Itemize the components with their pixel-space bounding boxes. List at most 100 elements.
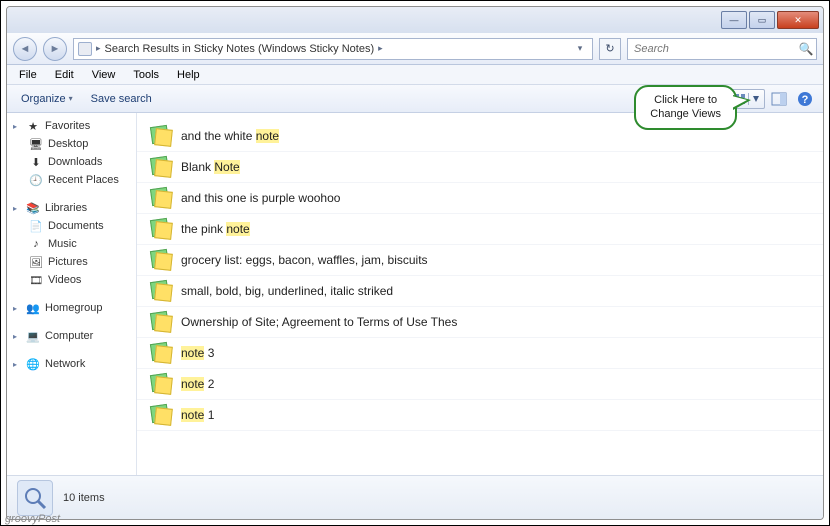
- sticky-note-icon: [151, 405, 171, 425]
- menu-file[interactable]: File: [11, 67, 45, 83]
- result-row[interactable]: note 1: [137, 400, 823, 431]
- breadcrumb-sep-icon: ▸: [378, 43, 383, 54]
- result-title: Blank Note: [181, 160, 240, 174]
- nav-network[interactable]: ▸🌐Network: [7, 355, 136, 373]
- pictures-icon: 🖼: [29, 255, 43, 269]
- result-title: small, bold, big, underlined, italic str…: [181, 284, 393, 298]
- result-row[interactable]: and this one is purple woohoo: [137, 183, 823, 214]
- nav-item-label: Downloads: [48, 156, 102, 168]
- titlebar: — ▭ ✕: [7, 7, 823, 33]
- status-count: 10 items: [63, 492, 105, 504]
- nav-network-label: Network: [45, 358, 85, 370]
- address-bar[interactable]: ▸ Search Results in Sticky Notes (Window…: [73, 38, 593, 60]
- content-area: ▸★Favorites 🖥 Desktop ⬇ Downloads 🕘 Recent …: [7, 113, 823, 475]
- annotation-callout: Click Here to Change Views: [634, 85, 737, 130]
- nav-favorites[interactable]: ▸★Favorites: [7, 117, 136, 135]
- refresh-button[interactable]: ↻: [599, 38, 621, 60]
- result-row[interactable]: Blank Note: [137, 152, 823, 183]
- sticky-note-icon: [151, 157, 171, 177]
- menu-bar: File Edit View Tools Help: [7, 65, 823, 85]
- nav-item-pictures[interactable]: 🖼 Pictures: [7, 253, 136, 271]
- organize-button[interactable]: Organize: [13, 90, 81, 108]
- menu-view[interactable]: View: [84, 67, 124, 83]
- libraries-icon: 📚: [26, 201, 40, 215]
- search-results-icon: [17, 480, 53, 516]
- sticky-note-icon: [151, 126, 171, 146]
- preview-pane-icon: [771, 92, 787, 106]
- result-title: note 2: [181, 377, 214, 391]
- search-icon[interactable]: 🔍: [796, 42, 816, 56]
- result-row[interactable]: Ownership of Site; Agreement to Terms of…: [137, 307, 823, 338]
- nav-item-recent[interactable]: 🕘 Recent Places: [7, 171, 136, 189]
- nav-item-label: Music: [48, 238, 77, 250]
- music-icon: ♪: [29, 237, 43, 251]
- nav-libraries-label: Libraries: [45, 202, 87, 214]
- nav-item-label: Documents: [48, 220, 104, 232]
- result-row[interactable]: note 3: [137, 338, 823, 369]
- nav-item-documents[interactable]: 📄Documents: [7, 217, 136, 235]
- nav-libraries[interactable]: ▸📚Libraries: [7, 199, 136, 217]
- homegroup-icon: 👥: [26, 301, 40, 315]
- breadcrumb-text: Search Results in Sticky Notes (Windows …: [105, 43, 375, 55]
- sticky-note-icon: [151, 312, 171, 332]
- search-highlight: note: [226, 222, 249, 236]
- nav-homegroup[interactable]: ▸👥Homegroup: [7, 299, 136, 317]
- nav-item-label: Desktop: [48, 138, 88, 150]
- address-dropdown-icon[interactable]: ▾: [572, 43, 588, 54]
- navigation-pane: ▸★Favorites 🖥 Desktop ⬇ Downloads 🕘 Recent …: [7, 113, 137, 475]
- callout-line2: Change Views: [650, 107, 721, 121]
- minimize-button[interactable]: —: [721, 11, 747, 29]
- result-row[interactable]: small, bold, big, underlined, italic str…: [137, 276, 823, 307]
- sticky-note-icon: [151, 250, 171, 270]
- forward-button[interactable]: ►: [43, 37, 67, 61]
- nav-homegroup-label: Homegroup: [45, 302, 102, 314]
- result-title: note 1: [181, 408, 214, 422]
- menu-tools[interactable]: Tools: [125, 67, 167, 83]
- preview-pane-button[interactable]: [767, 89, 791, 109]
- nav-item-label: Recent Places: [48, 174, 119, 186]
- result-title: note 3: [181, 346, 214, 360]
- result-title: the pink note: [181, 222, 250, 236]
- nav-item-downloads[interactable]: ⬇ Downloads: [7, 153, 136, 171]
- close-button[interactable]: ✕: [777, 11, 819, 29]
- computer-icon: 💻: [26, 329, 40, 343]
- nav-item-label: Pictures: [48, 256, 88, 268]
- nav-item-label: Videos: [48, 274, 81, 286]
- sticky-note-icon: [151, 281, 171, 301]
- results-list: and the white note Blank Note and this one…: [137, 113, 823, 475]
- location-icon: [78, 42, 92, 56]
- recent-icon: 🕘: [29, 173, 43, 187]
- nav-computer-label: Computer: [45, 330, 93, 342]
- sticky-note-icon: [151, 343, 171, 363]
- result-row[interactable]: the pink note: [137, 214, 823, 245]
- watermark: groovyPost: [5, 513, 60, 525]
- nav-item-videos[interactable]: 🎞Videos: [7, 271, 136, 289]
- search-highlight: note: [256, 129, 279, 143]
- maximize-button[interactable]: ▭: [749, 11, 775, 29]
- result-title: grocery list: eggs, bacon, waffles, jam,…: [181, 253, 428, 267]
- nav-computer[interactable]: ▸💻Computer: [7, 327, 136, 345]
- nav-item-desktop[interactable]: 🖥 Desktop: [7, 135, 136, 153]
- sticky-note-icon: [151, 374, 171, 394]
- result-title: and this one is purple woohoo: [181, 191, 340, 205]
- svg-text:?: ?: [802, 94, 809, 106]
- back-button[interactable]: ◄: [13, 37, 37, 61]
- sticky-note-icon: [151, 219, 171, 239]
- downloads-icon: ⬇: [29, 155, 43, 169]
- nav-bar: ◄ ► ▸ Search Results in Sticky Notes (Wi…: [7, 33, 823, 65]
- result-row[interactable]: note 2: [137, 369, 823, 400]
- search-box[interactable]: 🔍: [627, 38, 817, 60]
- network-icon: 🌐: [26, 357, 40, 371]
- menu-edit[interactable]: Edit: [47, 67, 82, 83]
- menu-help[interactable]: Help: [169, 67, 208, 83]
- nav-item-music[interactable]: ♪ Music: [7, 235, 136, 253]
- result-row[interactable]: grocery list: eggs, bacon, waffles, jam,…: [137, 245, 823, 276]
- save-search-button[interactable]: Save search: [83, 90, 160, 108]
- search-input[interactable]: [628, 43, 796, 55]
- help-button[interactable]: ?: [793, 89, 817, 109]
- desktop-icon: 🖥: [29, 137, 43, 151]
- search-highlight: note: [181, 346, 204, 360]
- callout-line1: Click Here to: [650, 93, 721, 107]
- result-title: and the white note: [181, 129, 279, 143]
- sticky-note-icon: [151, 188, 171, 208]
